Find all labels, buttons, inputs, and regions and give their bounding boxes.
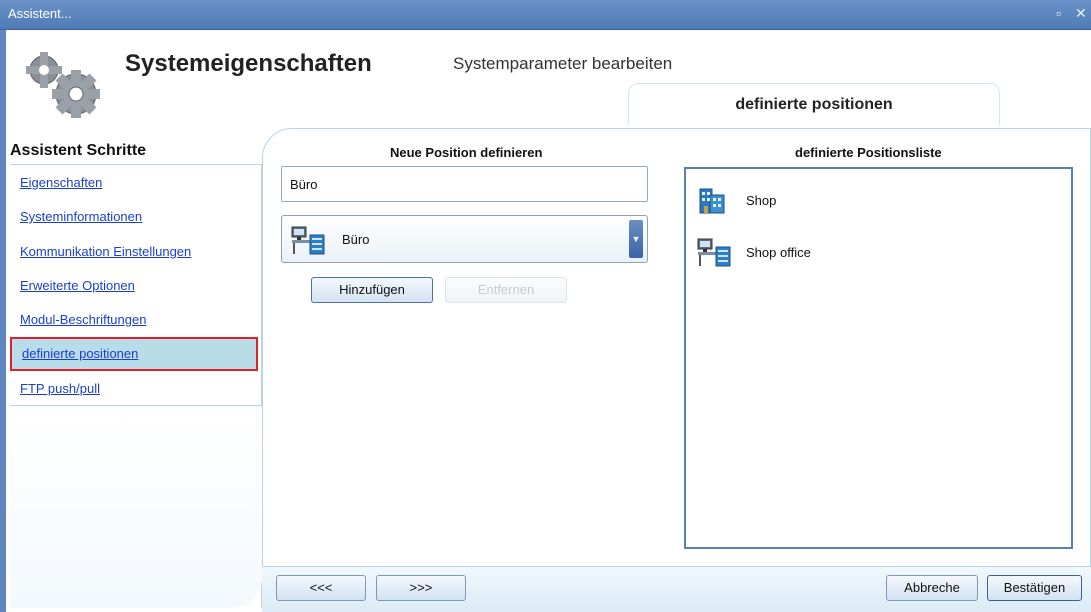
sidebar-footer-area <box>10 405 262 608</box>
sidebar-item-systeminformationen[interactable]: Systeminformationen <box>12 203 252 231</box>
page-title: Systemeigenschaften <box>125 50 372 77</box>
list-item-label: Shop <box>746 193 777 208</box>
sidebar-item-modul-beschriftungen[interactable]: Modul-Beschriftungen <box>12 306 252 334</box>
list-item-shop-office[interactable]: Shop office <box>694 233 1064 273</box>
sidebar-heading: Assistent Schritte <box>10 142 147 159</box>
position-list-heading: definierte Positionsliste <box>795 145 942 160</box>
gears-icon <box>26 52 100 118</box>
remove-position-button[interactable]: Entfernen <box>445 277 567 303</box>
wizard-window: Assistent... ▫ ✕ Systemeigenschaften Sys… <box>0 0 1091 612</box>
confirm-button[interactable]: Bestätigen <box>987 575 1082 601</box>
next-button[interactable]: >>> <box>376 575 466 601</box>
list-item-shop[interactable]: Shop <box>694 181 1064 221</box>
building-icon <box>699 188 725 214</box>
title-bar[interactable]: Assistent... ▫ ✕ <box>0 0 1091 30</box>
add-position-button[interactable]: Hinzufügen <box>311 277 433 303</box>
sidebar-item-erweiterte-optionen[interactable]: Erweiterte Optionen <box>12 272 252 300</box>
office-desk-icon <box>291 226 325 255</box>
list-item-label: Shop office <box>746 245 811 260</box>
sidebar-item-ftp-push-pull[interactable]: FTP push/pull <box>12 375 252 403</box>
office-desk-icon <box>697 238 731 267</box>
sidebar-item-eigenschaften[interactable]: Eigenschaften <box>12 169 252 197</box>
chevron-down-icon[interactable]: ▼ <box>629 220 643 258</box>
window-title: Assistent... <box>8 6 72 21</box>
sidebar-item-definierte-positionen[interactable]: definierte positionen <box>10 337 258 371</box>
position-type-select[interactable]: Büro ▼ <box>281 215 648 263</box>
position-list[interactable]: Shop Shop office <box>684 167 1073 549</box>
previous-button[interactable]: <<< <box>276 575 366 601</box>
page-subtitle: Systemparameter bearbeiten <box>453 54 673 73</box>
new-position-heading: Neue Position definieren <box>390 145 543 160</box>
position-type-selected: Büro <box>342 232 370 247</box>
position-name-input[interactable] <box>281 166 648 202</box>
tab-definierte-positionen[interactable]: definierte positionen <box>628 83 1000 125</box>
sidebar-item-kommunikation[interactable]: Kommunikation Einstellungen <box>12 238 252 266</box>
close-icon[interactable]: ✕ <box>1075 5 1087 22</box>
restore-icon[interactable]: ▫ <box>1056 5 1061 21</box>
cancel-button[interactable]: Abbreche <box>886 575 978 601</box>
